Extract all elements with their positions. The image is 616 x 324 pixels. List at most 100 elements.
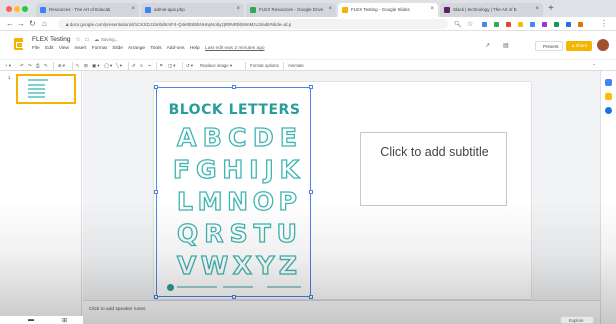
close-tab-icon[interactable]: × [535, 6, 539, 12]
zoom-icon[interactable]: 🔍︎ [454, 21, 462, 28]
forward-icon[interactable]: → [17, 19, 25, 28]
tasks-icon[interactable] [605, 107, 612, 114]
browser-menu-icon[interactable]: ⋮ [600, 19, 608, 28]
present-button[interactable]: Present [535, 41, 563, 51]
crop-icon[interactable]: ⌗ [160, 63, 162, 68]
extension-icon[interactable] [506, 22, 511, 27]
menu-file[interactable]: File [32, 46, 40, 51]
extension-icon[interactable] [542, 22, 547, 27]
menu-view[interactable]: View [59, 46, 69, 51]
browser-tab-active[interactable]: FLEX Testing - Google Slides × [338, 3, 438, 17]
calendar-icon[interactable] [605, 79, 612, 86]
format-options-button[interactable]: Format options [250, 63, 279, 68]
resize-handle[interactable] [232, 295, 236, 299]
activity-trend-icon[interactable]: ↗ [485, 42, 490, 49]
browser-tab[interactable]: admin-ajax.php × [141, 3, 244, 17]
block-letter: Q [176, 219, 199, 248]
star-icon[interactable]: ☆ [75, 37, 80, 43]
extension-icon[interactable] [518, 22, 523, 27]
speaker-notes[interactable]: Click to add speaker notes [83, 300, 600, 324]
print-icon[interactable]: ⎙ [36, 63, 39, 68]
animate-button[interactable]: Animate [288, 63, 304, 68]
border-color-icon[interactable]: ✐ [132, 63, 136, 69]
menu-add-ons[interactable]: Add-ons [167, 46, 185, 51]
menu-help[interactable]: Help [190, 46, 200, 51]
resize-handle[interactable] [309, 85, 313, 89]
block-letters-image[interactable]: BLOCK LETTERS A B C D E F G H I J K L M … [154, 85, 313, 299]
text-box-icon[interactable]: ⊞ [84, 63, 88, 69]
extension-icon[interactable] [578, 22, 583, 27]
move-folder-icon[interactable]: ▭ [85, 37, 90, 43]
line-icon[interactable]: ╲ ▾ [116, 63, 122, 69]
new-slide-icon[interactable]: + ▾ [5, 63, 11, 69]
document-title[interactable]: FLEX Testing ☆ ▭ ☁ Saving... [32, 36, 118, 43]
maximize-window-icon[interactable] [22, 6, 28, 12]
block-letter: K [279, 155, 300, 184]
block-letter: G [195, 155, 217, 184]
home-icon[interactable]: ⌂ [42, 19, 47, 28]
slide-thumbnail[interactable] [16, 74, 76, 104]
block-letter: Z [278, 251, 297, 280]
new-tab-icon[interactable]: + [548, 3, 554, 14]
redo-icon[interactable]: ↷ [28, 63, 32, 69]
extension-icon[interactable] [530, 22, 535, 27]
paint-format-icon[interactable]: ✎ [44, 63, 48, 69]
last-edit-link[interactable]: Last edit was 2 minutes ago [205, 46, 264, 51]
back-icon[interactable]: ← [6, 19, 14, 28]
bookmark-star-icon[interactable]: ☆ [467, 20, 473, 28]
browser-tab[interactable]: Slack | technology | The Art of E × [440, 3, 543, 17]
block-letter: S [229, 219, 248, 248]
resize-handle[interactable] [154, 295, 158, 299]
filmstrip-view-icon[interactable]: ▬ [28, 317, 34, 323]
undo-icon[interactable]: ↶ [20, 63, 24, 69]
menu-insert[interactable]: Insert [74, 46, 86, 51]
url-input[interactable]: 🔒︎ docs.google.com/presentation/d/1CKXDJ… [58, 19, 448, 29]
border-weight-icon[interactable]: ≡ [140, 63, 143, 68]
resize-handle[interactable] [232, 85, 236, 89]
extension-icon[interactable] [566, 22, 571, 27]
menu-edit[interactable]: Edit [45, 46, 53, 51]
address-bar-row: ← → ↻ ⌂ 🔒︎ docs.google.com/presentation/… [0, 17, 616, 31]
subtitle-placeholder[interactable]: Click to add subtitle [360, 132, 507, 206]
close-window-icon[interactable] [6, 6, 12, 12]
menu-slide[interactable]: Slide [112, 46, 123, 51]
keep-icon[interactable] [605, 93, 612, 100]
menu-tools[interactable]: Tools [150, 46, 161, 51]
comments-icon[interactable]: ▤ [503, 42, 509, 49]
mask-image-icon[interactable]: ◫ ▾ [168, 63, 175, 69]
share-button[interactable]: 🔒︎ Share [566, 41, 592, 51]
menu-arrange[interactable]: Arrange [128, 46, 145, 51]
minimize-window-icon[interactable] [14, 6, 20, 12]
border-dash-icon[interactable]: ┅ [148, 63, 151, 69]
collapse-toolbar-icon[interactable]: ⌃ [592, 63, 596, 69]
extension-icon[interactable] [494, 22, 499, 27]
resize-handle[interactable] [309, 190, 313, 194]
grid-view-icon[interactable]: ⊞ [62, 317, 67, 324]
resize-handle[interactable] [154, 85, 158, 89]
extension-icon[interactable] [554, 22, 559, 27]
close-tab-icon[interactable]: × [430, 6, 434, 12]
zoom-select-icon[interactable]: ⊕ ▾ [58, 63, 65, 69]
browser-tab[interactable]: Resources - The Art of Educati × [36, 3, 139, 17]
close-tab-icon[interactable]: × [236, 6, 240, 12]
resize-handle[interactable] [309, 295, 313, 299]
block-letter: M [197, 187, 223, 216]
extension-icon[interactable] [482, 22, 487, 27]
close-tab-icon[interactable]: × [131, 6, 135, 12]
close-tab-icon[interactable]: × [328, 6, 332, 12]
menu-format[interactable]: Format [92, 46, 107, 51]
explore-button[interactable]: Explore [560, 316, 594, 324]
reset-image-icon[interactable]: ↺ ▾ [186, 63, 193, 69]
select-cursor-icon[interactable]: ↖ [76, 63, 80, 69]
document-title-text[interactable]: FLEX Testing [32, 36, 71, 43]
replace-image-button[interactable]: Replace image ▾ [200, 63, 232, 69]
account-avatar[interactable] [597, 39, 609, 51]
block-letter: V [176, 251, 197, 280]
image-icon[interactable]: ▣ ▾ [92, 63, 99, 69]
google-slides-logo-icon[interactable] [14, 38, 23, 50]
reload-icon[interactable]: ↻ [29, 19, 36, 28]
slide-canvas[interactable]: BLOCK LETTERS A B C D E F G H I J K L M … [154, 82, 531, 299]
resize-handle[interactable] [154, 190, 158, 194]
browser-tab[interactable]: FLEX Resources - Google Drive × [246, 3, 336, 17]
shape-icon[interactable]: ◯ ▾ [104, 63, 112, 69]
